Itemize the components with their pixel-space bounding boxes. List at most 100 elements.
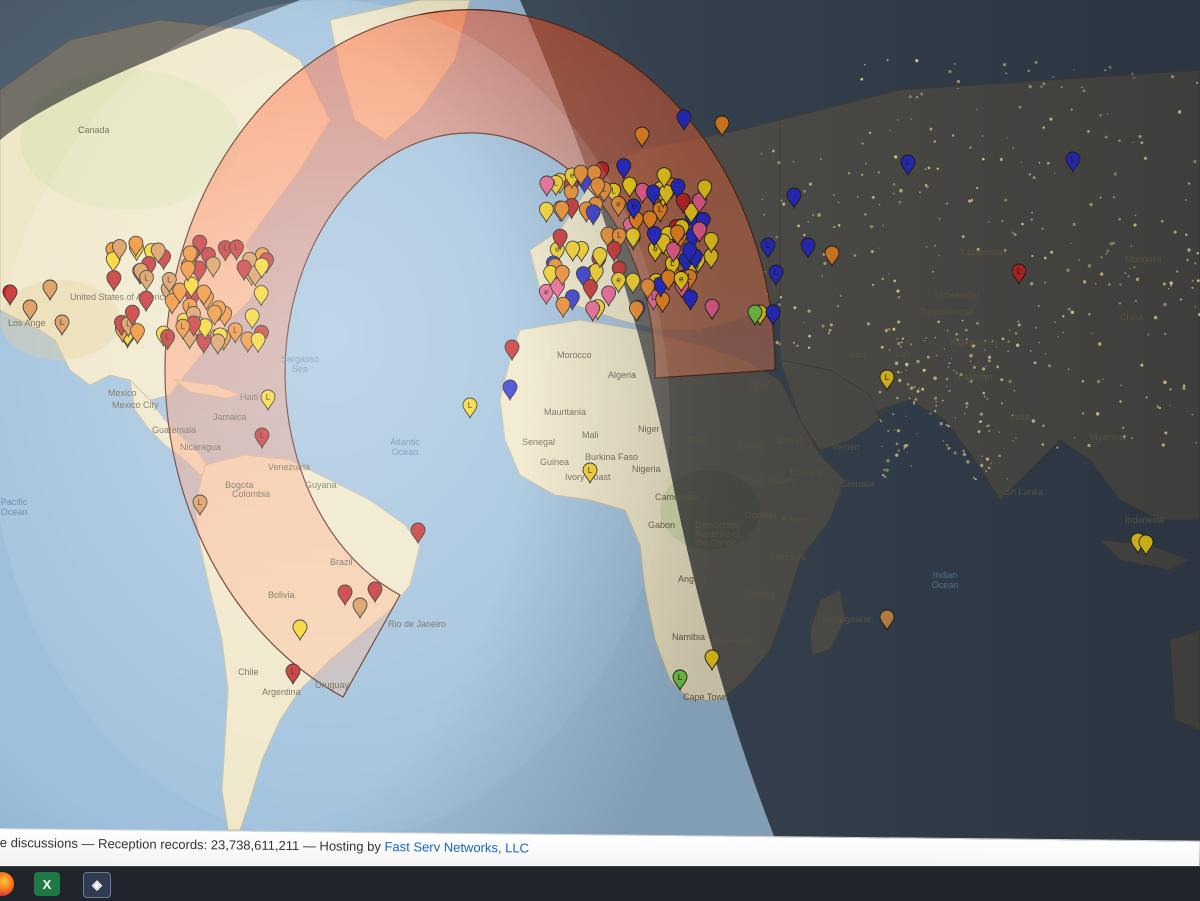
map-label-yemen: Yemen	[832, 442, 860, 452]
city-light	[972, 365, 976, 369]
city-light	[975, 321, 980, 326]
city-light	[886, 59, 889, 62]
city-light	[1070, 242, 1072, 245]
city-light	[956, 79, 961, 84]
city-light	[868, 131, 872, 135]
excel-icon[interactable]: X	[34, 872, 60, 896]
city-light	[1041, 227, 1044, 230]
city-light	[906, 382, 910, 386]
city-light	[1040, 85, 1043, 88]
firefox-icon[interactable]	[0, 872, 14, 896]
city-light	[948, 362, 951, 364]
city-light	[894, 155, 898, 159]
footer-text: e discussions — Reception records: 23,73…	[0, 835, 529, 856]
city-light	[1138, 134, 1142, 139]
city-light	[1028, 173, 1031, 176]
city-light	[1124, 272, 1127, 274]
city-light	[1057, 335, 1060, 338]
city-light	[1158, 406, 1161, 410]
city-light	[1195, 81, 1199, 85]
city-light	[1067, 368, 1070, 370]
city-light	[1113, 172, 1118, 176]
city-light	[807, 221, 809, 223]
city-light	[882, 224, 884, 227]
city-light	[1182, 386, 1186, 390]
city-light	[980, 463, 984, 468]
city-light	[933, 140, 936, 143]
city-light	[1020, 161, 1023, 164]
city-light	[1053, 172, 1056, 174]
city-light	[924, 183, 928, 187]
city-light	[950, 357, 953, 360]
city-light	[1056, 446, 1059, 449]
city-light	[1169, 281, 1173, 285]
city-light	[1162, 282, 1166, 286]
city-light	[922, 368, 926, 372]
map-label-chad: Chad	[688, 435, 710, 445]
city-light	[1062, 331, 1064, 334]
map-label-indonesia: Indonesia	[1125, 515, 1164, 525]
city-light	[860, 77, 864, 81]
city-light	[1037, 304, 1040, 308]
city-light	[921, 387, 925, 391]
city-light	[847, 171, 851, 175]
taskbar: X ◈	[0, 866, 1200, 901]
map-label-pakistan: Pakistan	[958, 372, 993, 382]
city-light	[894, 361, 899, 365]
city-light	[1186, 258, 1189, 262]
hosting-link[interactable]: Fast Serv Networks, LLC	[384, 839, 529, 856]
city-light	[880, 345, 884, 349]
city-light	[833, 226, 836, 229]
city-light	[865, 162, 867, 165]
city-light	[1087, 130, 1090, 133]
city-light	[1169, 388, 1172, 391]
city-light	[872, 283, 875, 286]
city-light	[1107, 283, 1111, 286]
city-light	[947, 366, 950, 368]
city-light	[895, 453, 899, 457]
app-window-icon[interactable]: ◈	[83, 872, 111, 898]
world-map[interactable]: CanadaMexicoMexico CityGuatemalaNicaragu…	[0, 0, 1200, 900]
city-light	[1032, 176, 1036, 180]
city-light	[1193, 160, 1197, 164]
city-light	[1011, 231, 1015, 234]
city-light	[1099, 114, 1102, 117]
city-light	[871, 195, 875, 199]
map-label-uzbekistan: Uzbekistan	[935, 290, 980, 300]
city-light	[934, 245, 936, 247]
city-light	[833, 194, 836, 196]
city-light	[905, 415, 907, 417]
city-light	[1119, 283, 1122, 286]
pin-glyph: L	[906, 158, 911, 167]
city-light	[1191, 286, 1194, 289]
city-light	[985, 457, 990, 461]
city-light	[782, 202, 786, 206]
city-light	[892, 192, 895, 195]
city-light	[1062, 315, 1065, 318]
city-light	[945, 202, 949, 205]
map-label-myanmar: Myanmar	[1090, 432, 1128, 442]
map-label-botswana: Botswana	[712, 635, 752, 645]
city-light	[1194, 306, 1197, 308]
city-light	[999, 158, 1003, 161]
city-light	[1049, 117, 1053, 121]
city-light	[976, 186, 979, 190]
city-light	[837, 305, 839, 307]
city-light	[909, 343, 913, 346]
city-light	[883, 469, 886, 471]
city-light	[976, 108, 978, 111]
city-light	[892, 413, 895, 416]
city-light	[1017, 320, 1020, 323]
city-light	[1017, 323, 1021, 327]
city-light	[1018, 105, 1022, 109]
city-light	[965, 405, 968, 409]
city-light	[953, 451, 957, 455]
city-light	[1006, 136, 1008, 139]
city-light	[807, 309, 811, 313]
city-light	[888, 328, 891, 331]
city-light	[893, 279, 896, 283]
city-light	[886, 458, 890, 463]
city-light	[908, 397, 911, 400]
city-light	[763, 213, 766, 216]
city-light	[1073, 437, 1076, 439]
